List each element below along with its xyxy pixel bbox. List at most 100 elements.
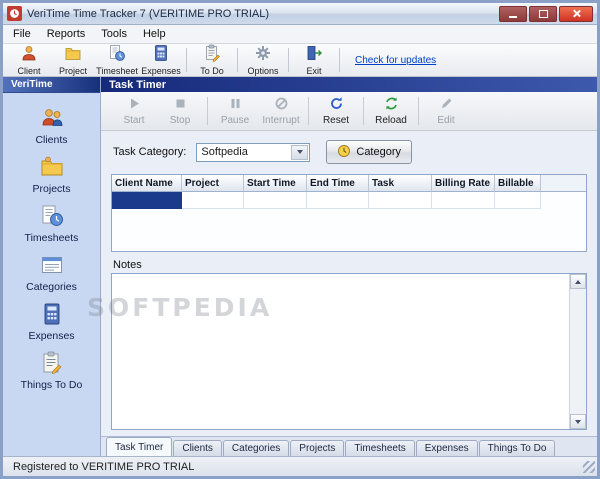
scroll-up-button[interactable] [570, 274, 586, 289]
scroll-track[interactable] [570, 289, 586, 414]
edit-icon [439, 96, 454, 114]
grid-header-row: Client Name Project Start Time End Time … [112, 175, 586, 192]
grid-row [112, 192, 586, 209]
tab-expenses[interactable]: Expenses [415, 440, 478, 456]
edit-label: Edit [437, 115, 455, 126]
reload-icon [384, 96, 399, 114]
toolbar-timesheet-button[interactable]: Timesheet [95, 45, 139, 76]
column-header-billable[interactable]: Billable [495, 175, 541, 192]
column-header-start-time[interactable]: Start Time [244, 175, 307, 192]
column-header-end-time[interactable]: End Time [307, 175, 369, 192]
column-header-project[interactable]: Project [182, 175, 244, 192]
expenses-icon [39, 302, 65, 329]
grid-cell-task[interactable] [369, 192, 432, 209]
timesheets-icon [39, 204, 65, 231]
statusbar-text: Registered to VERITIME PRO TRIAL [13, 460, 195, 473]
edit-button[interactable]: Edit [423, 94, 469, 128]
grid-cell-billing-rate[interactable] [432, 192, 495, 209]
menu-help[interactable]: Help [135, 26, 174, 42]
toolbar-project-button[interactable]: Project [51, 45, 95, 76]
combo-dropdown-button[interactable] [291, 144, 309, 160]
window-body: VeriTime Clients Projects Timesheets Cat… [3, 77, 597, 456]
menu-file[interactable]: File [5, 26, 39, 42]
clients-icon [39, 106, 65, 133]
arrow-down-icon [575, 419, 581, 424]
exit-icon [305, 44, 323, 65]
toolbar-separator [186, 48, 187, 72]
tab-clients[interactable]: Clients [173, 440, 222, 456]
reset-button[interactable]: Reset [313, 94, 359, 128]
toolbar-separator [339, 48, 340, 72]
chevron-down-icon [296, 150, 303, 154]
titlebar[interactable]: VeriTime Time Tracker 7 (VERITIME PRO TR… [3, 3, 597, 25]
close-button[interactable] [559, 5, 593, 22]
toolbar-expenses-button[interactable]: Expenses [139, 45, 183, 76]
timer-toolbar: Start Stop Pause Interrupt Reset Reload … [101, 92, 597, 131]
resize-grip[interactable] [583, 460, 595, 473]
start-label: Start [123, 115, 145, 126]
maximize-button[interactable] [529, 5, 557, 22]
sidebar-item-projects[interactable]: Projects [6, 154, 98, 196]
todo-icon [203, 44, 221, 65]
menubar: File Reports Tools Help [3, 25, 597, 44]
task-category-value: Softpedia [201, 146, 248, 158]
reload-button[interactable]: Reload [368, 94, 414, 128]
toolbar-todo-button[interactable]: To Do [190, 44, 234, 76]
column-header-task[interactable]: Task [369, 175, 432, 192]
check-for-updates-link[interactable]: Check for updates [355, 55, 436, 66]
notes-textarea[interactable] [111, 273, 587, 430]
grid-cell-end-time[interactable] [307, 192, 369, 209]
pause-button[interactable]: Pause [212, 94, 258, 128]
category-button-label: Category [356, 146, 402, 158]
notes-scrollbar[interactable] [569, 274, 586, 429]
category-button[interactable]: Category [326, 140, 413, 164]
sidebar-item-expenses[interactable]: Expenses [6, 301, 98, 343]
categories-icon [39, 253, 65, 280]
tab-things-to-do[interactable]: Things To Do [478, 440, 556, 456]
task-category-row: Task Category: Softpedia Category [101, 131, 597, 172]
sidebar-item-clients[interactable]: Clients [6, 105, 98, 147]
client-icon [20, 44, 38, 65]
grid-cell-project[interactable] [182, 192, 244, 209]
interrupt-button[interactable]: Interrupt [258, 94, 304, 128]
toolbar-separator [237, 48, 238, 72]
scroll-down-button[interactable] [570, 414, 586, 429]
sidebar-item-things-to-do[interactable]: Things To Do [6, 350, 98, 392]
sidebar-item-categories[interactable]: Categories [6, 252, 98, 294]
timer-toolbar-separator [308, 97, 309, 125]
grid-header-filler [541, 175, 586, 192]
timer-toolbar-separator [207, 97, 208, 125]
grid-cell-client-name[interactable] [112, 192, 182, 209]
tab-projects[interactable]: Projects [290, 440, 345, 456]
minimize-button[interactable] [499, 5, 527, 22]
interrupt-label: Interrupt [262, 115, 300, 126]
main-panel: Task Timer Start Stop Pause Interrupt Re… [101, 77, 597, 456]
stop-button[interactable]: Stop [157, 94, 203, 128]
start-button[interactable]: Start [111, 94, 157, 128]
app-window: VeriTime Time Tracker 7 (VERITIME PRO TR… [0, 0, 600, 479]
sidebar-header: VeriTime [3, 77, 100, 93]
tab-task-timer[interactable]: Task Timer [106, 437, 173, 456]
toolbar-project-label: Project [58, 66, 87, 76]
toolbar-separator [288, 48, 289, 72]
statusbar: Registered to VERITIME PRO TRIAL [3, 456, 597, 476]
interrupt-icon [274, 96, 289, 114]
category-clock-icon [337, 144, 351, 161]
sidebar-item-timesheets[interactable]: Timesheets [6, 203, 98, 245]
window-title: VeriTime Time Tracker 7 (VERITIME PRO TR… [27, 7, 270, 20]
tab-categories[interactable]: Categories [222, 440, 290, 456]
toolbar-exit-button[interactable]: Exit [292, 44, 336, 76]
task-category-select[interactable]: Softpedia [196, 142, 311, 162]
column-header-client-name[interactable]: Client Name [112, 175, 182, 192]
pause-label: Pause [220, 115, 250, 126]
toolbar-client-button[interactable]: Client [7, 44, 51, 76]
tab-timesheets[interactable]: Timesheets [345, 440, 415, 456]
grid-cell-billable[interactable] [495, 192, 541, 209]
grid-cell-start-time[interactable] [244, 192, 307, 209]
sidebar-item-label: Clients [35, 134, 68, 146]
window-controls [499, 5, 593, 22]
menu-tools[interactable]: Tools [93, 26, 135, 42]
column-header-billing-rate[interactable]: Billing Rate [432, 175, 495, 192]
menu-reports[interactable]: Reports [39, 26, 94, 42]
toolbar-options-button[interactable]: Options [241, 45, 285, 76]
